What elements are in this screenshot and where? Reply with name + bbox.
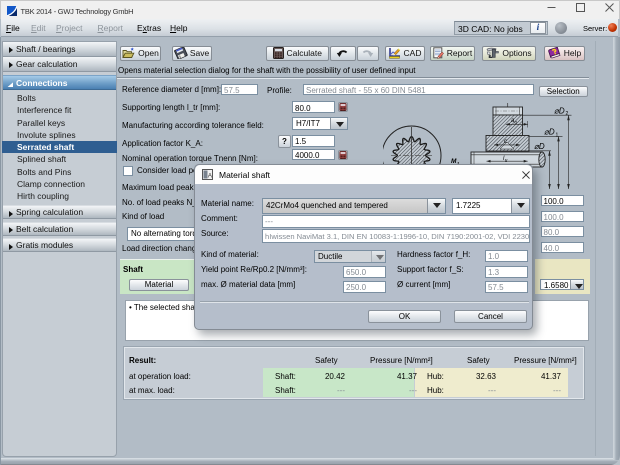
svg-text:⌀D: ⌀D — [544, 128, 555, 137]
svg-text:⌀D: ⌀D — [534, 142, 545, 151]
svg-text:⌀D: ⌀D — [554, 106, 565, 115]
svg-text:2: 2 — [566, 111, 569, 117]
svg-text:1: 1 — [556, 132, 559, 138]
svg-text:A: A — [208, 173, 213, 180]
svg-text:c: c — [504, 139, 507, 145]
